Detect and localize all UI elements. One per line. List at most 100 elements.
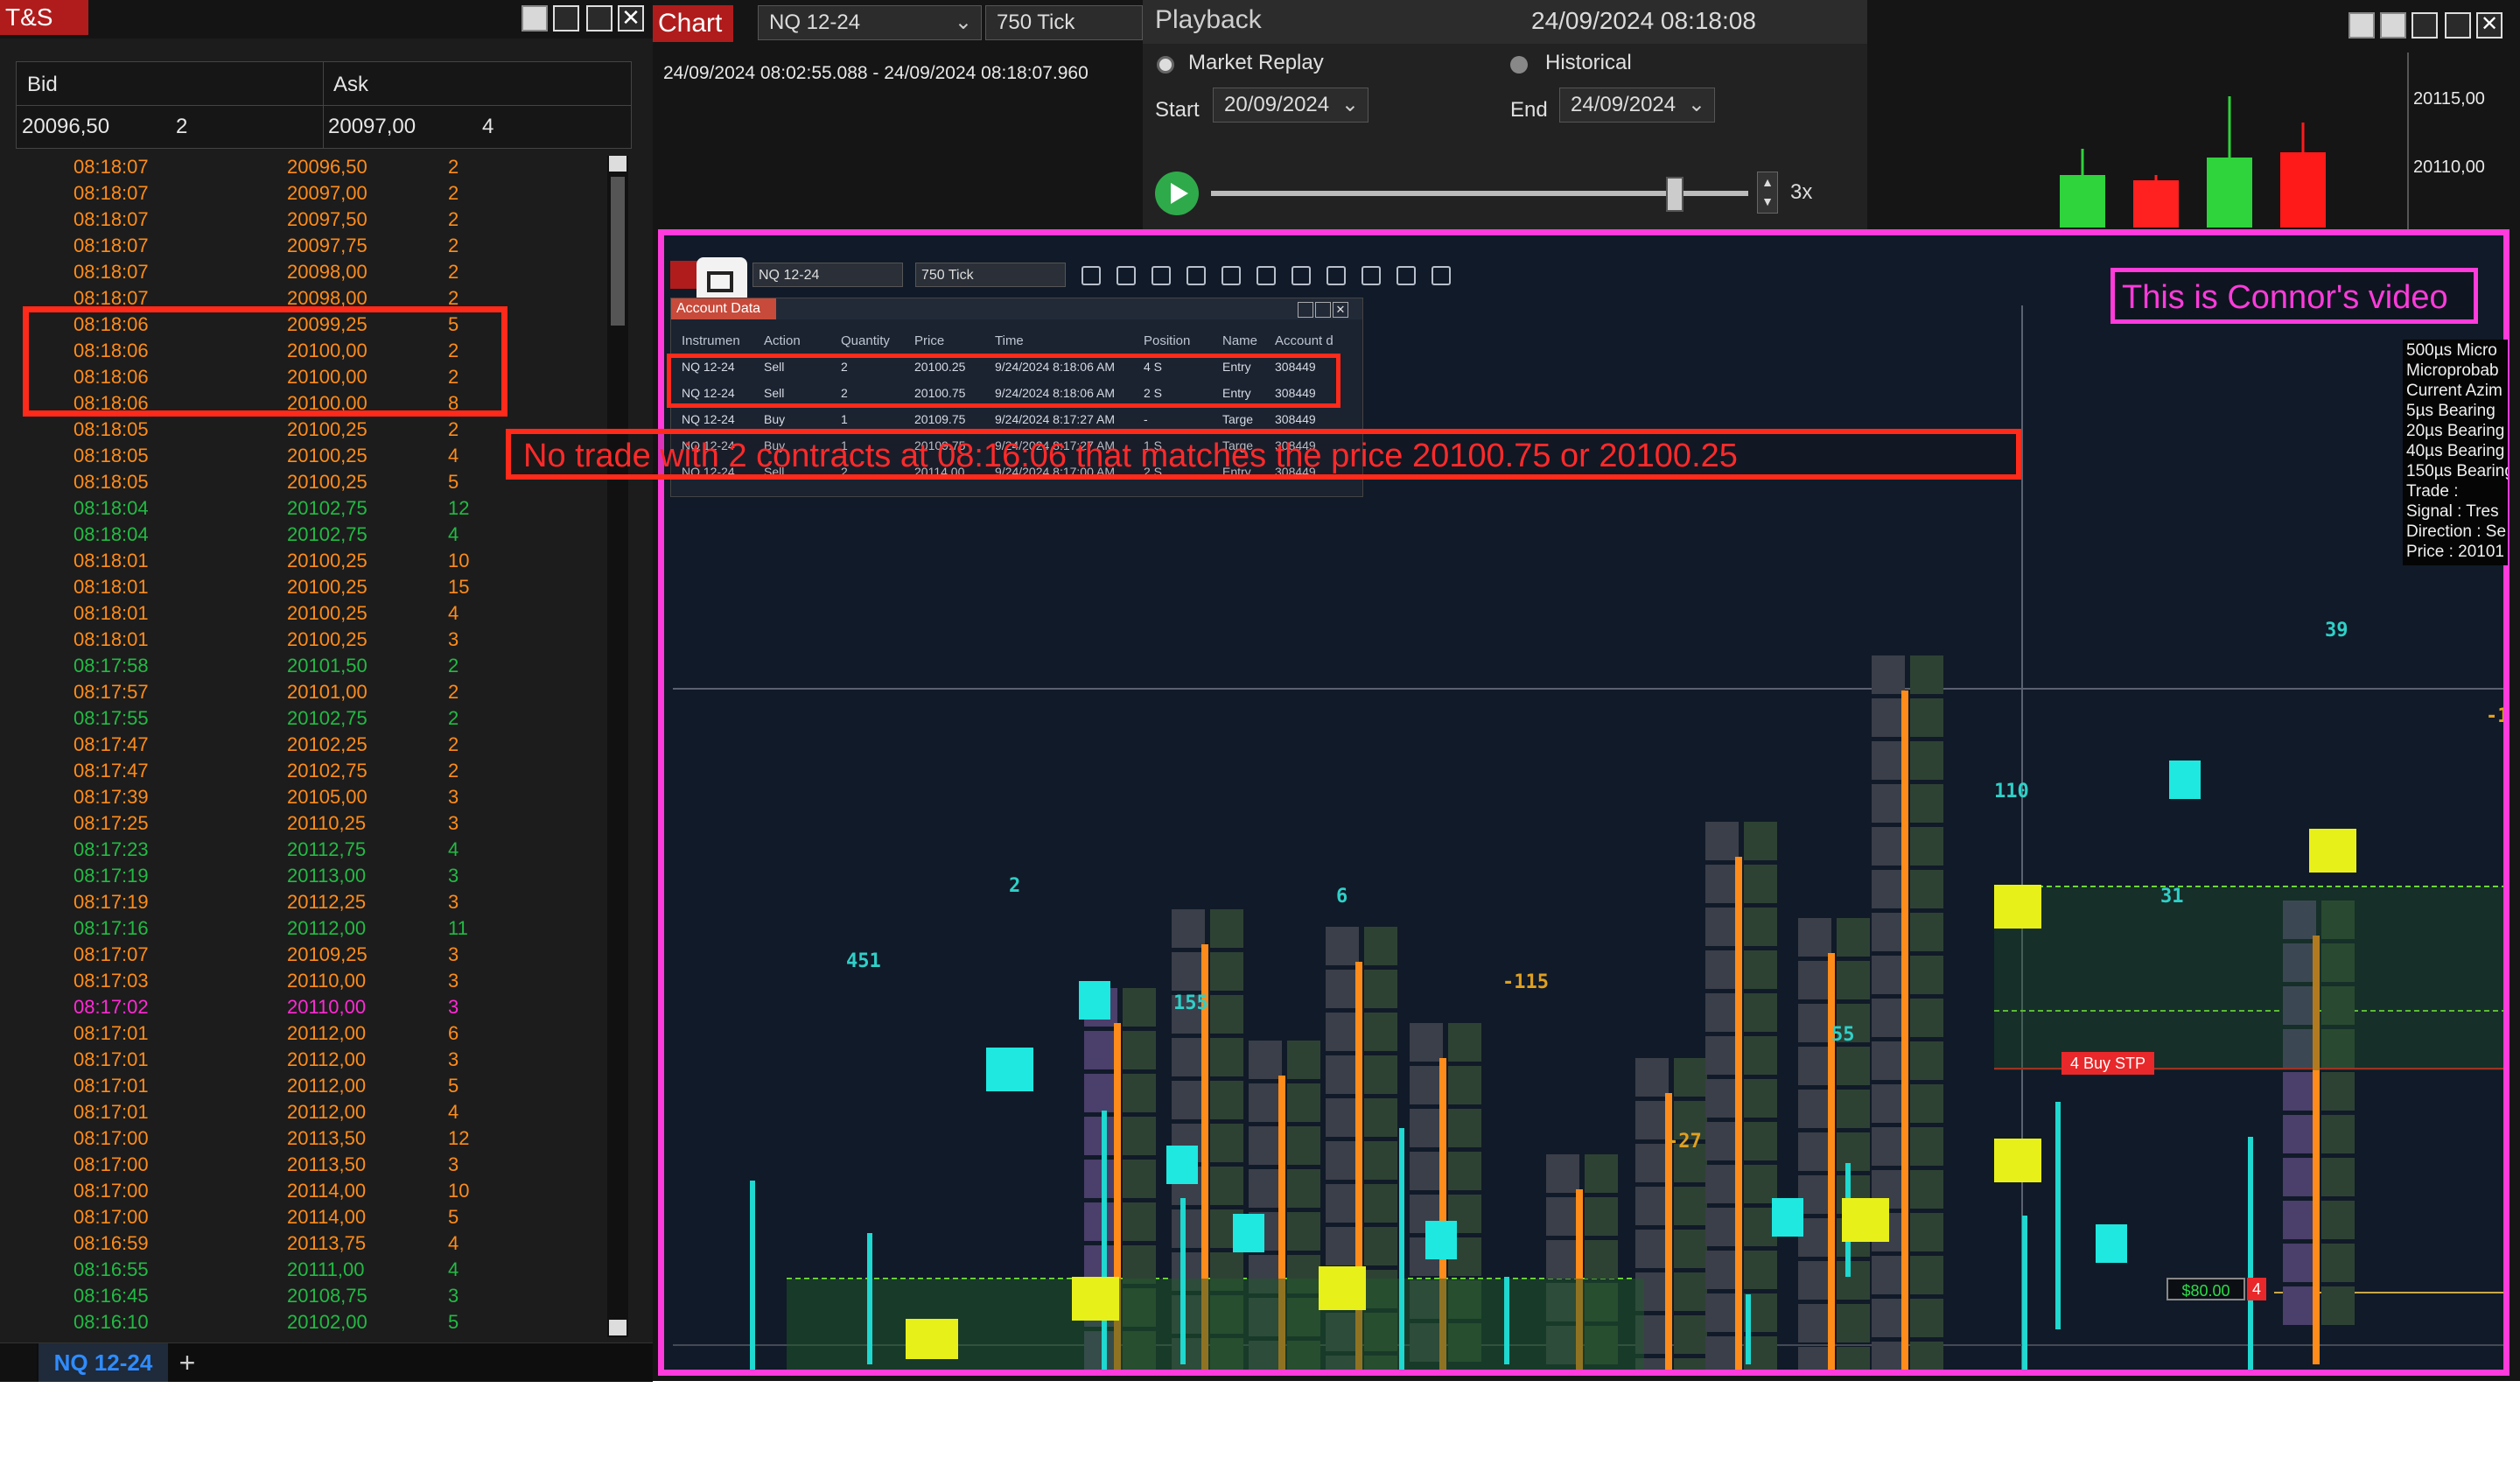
scroll-thumb[interactable] xyxy=(611,177,625,326)
ts-row: 08:18:07 20097,75 2 xyxy=(16,235,602,261)
footprint-bid-cell xyxy=(1798,918,1831,957)
ts-row-time: 08:18:05 xyxy=(74,418,149,440)
footprint-bid-cell xyxy=(1172,1209,1205,1248)
ts-row-size: 5 xyxy=(448,1206,459,1228)
footprint-bid-cell xyxy=(1546,1154,1579,1193)
footprint-ask-cell xyxy=(1364,1227,1397,1265)
instrument-select[interactable]: NQ 12-24 ⌄ xyxy=(758,5,982,40)
maximize-icon xyxy=(1315,302,1331,318)
volume-bar xyxy=(1504,1277,1509,1364)
inner-toolbar-icons xyxy=(1082,263,1466,289)
scroll-down-icon[interactable] xyxy=(609,1320,626,1335)
ts-row-time: 08:17:01 xyxy=(74,1048,149,1070)
grid-cell: - xyxy=(1144,412,1148,426)
footprint-ask-cell xyxy=(1744,1165,1777,1203)
footprint-bid-cell xyxy=(1705,950,1739,989)
footprint-bid-cell xyxy=(1798,961,1831,999)
ts-row: 08:17:03 20110,00 3 xyxy=(16,970,602,996)
ts-row: 08:17:07 20109,25 3 xyxy=(16,943,602,970)
ts-row-time: 08:17:19 xyxy=(74,891,149,913)
footprint-bid-cell xyxy=(1546,1197,1579,1236)
end-date-select[interactable]: 24/09/2024 ⌄ xyxy=(1559,88,1715,123)
ts-row-size: 2 xyxy=(448,733,459,755)
ts-row-price: 20112,00 xyxy=(287,1048,367,1070)
footprint-bid-cell xyxy=(1705,1208,1739,1246)
market-replay-label: Market Replay xyxy=(1188,51,1324,74)
ts-row: 08:18:01 20100,25 3 xyxy=(16,628,602,655)
ask-size: 4 xyxy=(482,115,494,138)
calculator-icon xyxy=(1396,266,1416,285)
footprint-ask-cell xyxy=(1910,999,1943,1037)
grid-cell: 20109.75 xyxy=(914,412,966,426)
volume-bar xyxy=(2055,1102,2061,1329)
tab-nq-12-24[interactable]: NQ 12-24 xyxy=(38,1343,168,1382)
close-icon[interactable]: ✕ xyxy=(618,5,644,32)
footprint-bid-cell xyxy=(1872,913,1905,951)
playback-slider-thumb[interactable] xyxy=(1666,177,1684,212)
minimize-icon[interactable] xyxy=(2412,12,2438,39)
restore-icon[interactable] xyxy=(522,5,548,32)
footprint-bid-cell xyxy=(1635,1058,1669,1097)
end-date-value: 24/09/2024 xyxy=(1571,93,1676,116)
speed-stepper[interactable]: ▲ ▼ xyxy=(1757,172,1778,214)
footprint-bid-cell xyxy=(1872,1041,1905,1080)
ts-row: 08:18:07 20097,50 2 xyxy=(16,208,602,235)
footprint-bid-cell xyxy=(1326,1055,1359,1094)
ts-scrollbar[interactable] xyxy=(607,156,628,1337)
footprint-ask-cell xyxy=(1123,988,1156,1027)
bid-header: Bid xyxy=(27,73,58,96)
ts-row-price: 20101,00 xyxy=(287,681,368,703)
footprint-ask-cell xyxy=(1210,1124,1243,1162)
ts-row-time: 08:17:23 xyxy=(74,838,149,860)
footprint-bid-cell xyxy=(1326,1141,1359,1180)
ts-row-size: 2 xyxy=(448,235,459,256)
close-icon[interactable]: ✕ xyxy=(2476,12,2502,39)
video-caption: This is Connor's video xyxy=(2122,279,2448,316)
account-data-tab: Account Data xyxy=(671,298,776,319)
grid-cell: Targe xyxy=(1222,412,1254,426)
ts-row: 08:17:01 20112,00 6 xyxy=(16,1022,602,1048)
ts-row: 08:18:01 20100,25 4 xyxy=(16,602,602,628)
footprint-ask-cell xyxy=(1364,927,1397,965)
grid-cell: 1 xyxy=(841,412,848,426)
start-date-select[interactable]: 20/09/2024 ⌄ xyxy=(1213,88,1368,123)
restore-icon[interactable] xyxy=(2380,12,2406,39)
minimize-icon[interactable] xyxy=(553,5,579,32)
ts-row-price: 20112,00 xyxy=(287,917,367,939)
column-delta-label: -27 xyxy=(1667,1131,1702,1153)
bars-icon xyxy=(1082,266,1101,285)
ts-row-time: 08:16:55 xyxy=(74,1258,149,1280)
add-tab-button[interactable]: + xyxy=(172,1343,203,1382)
footprint-ask-cell xyxy=(1910,741,1943,780)
ts-row-price: 20102,75 xyxy=(287,707,368,729)
footprint-ask-cell xyxy=(1910,655,1943,694)
chart-button[interactable]: Chart xyxy=(653,5,733,42)
footprint-bid-cell xyxy=(1635,1230,1669,1268)
value-area xyxy=(1994,887,2503,1070)
maximize-icon[interactable] xyxy=(586,5,612,32)
restore-icon[interactable] xyxy=(2348,12,2375,39)
record-frame xyxy=(707,271,733,292)
footprint-bid-cell xyxy=(1872,741,1905,780)
column-delta-label: 6 xyxy=(1336,886,1348,908)
footprint-ask-cell xyxy=(1837,1047,1870,1085)
ts-row: 08:17:00 20114,00 5 xyxy=(16,1206,602,1232)
ts-row-size: 12 xyxy=(448,497,470,519)
ts-row-size: 4 xyxy=(448,602,459,624)
footprint-bid-cell xyxy=(1172,1081,1205,1119)
footprint-ask-cell xyxy=(1910,1084,1943,1123)
historical-radio[interactable] xyxy=(1510,56,1528,74)
maximize-icon[interactable] xyxy=(2445,12,2471,39)
interval-select[interactable]: 750 Tick xyxy=(985,5,1143,40)
scroll-up-icon[interactable] xyxy=(609,156,626,172)
play-button[interactable] xyxy=(1155,172,1199,215)
ts-row-size: 3 xyxy=(448,970,459,992)
ts-row-size: 3 xyxy=(448,1048,459,1070)
footprint-ask-cell xyxy=(1674,1358,1707,1370)
ts-row-price: 20110,25 xyxy=(287,812,367,834)
column-delta-label: -115 xyxy=(1502,971,1549,993)
ts-row-price: 20100,25 xyxy=(287,602,368,624)
market-replay-radio[interactable] xyxy=(1157,56,1174,74)
volume-bar xyxy=(1399,1128,1404,1370)
ts-row-size: 6 xyxy=(448,1022,459,1044)
